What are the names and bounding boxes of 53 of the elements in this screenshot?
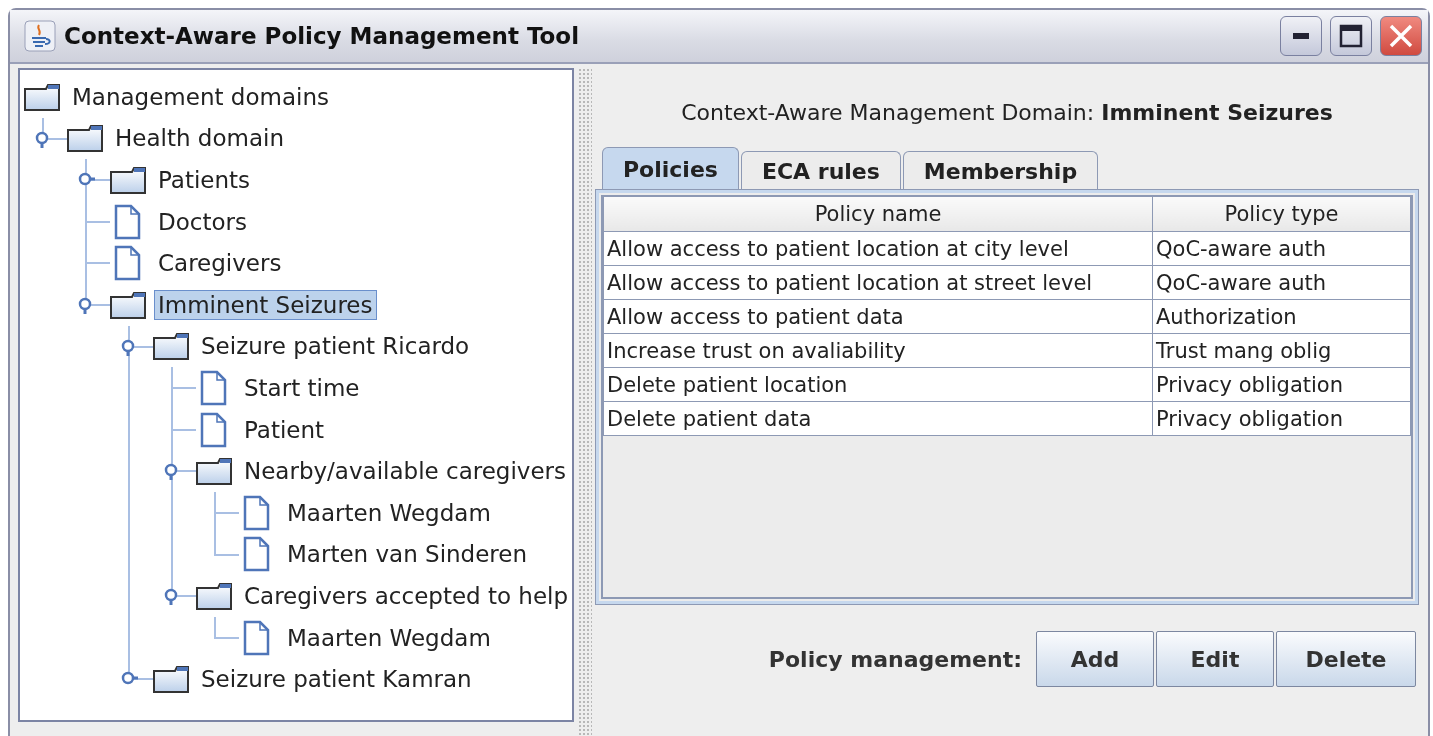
- tree-item[interactable]: Maarten Wegdam: [283, 497, 495, 528]
- table-cell: Privacy obligation: [1152, 401, 1411, 436]
- tree-item[interactable]: Start time: [240, 372, 364, 403]
- table-cell: Allow access to patient location at street level: [603, 265, 1153, 300]
- table-cell: QoC-aware auth: [1152, 231, 1411, 266]
- table-cell: Allow access to patient location at city level: [603, 231, 1153, 266]
- window-title: Context-Aware Policy Management Tool: [64, 23, 581, 49]
- close-button[interactable]: [1380, 16, 1422, 56]
- folder-icon: [110, 290, 146, 319]
- tab[interactable]: Membership: [902, 151, 1099, 190]
- tree-item[interactable]: Patient: [240, 414, 329, 445]
- tree-item[interactable]: Caregivers accepted to help: [240, 580, 572, 611]
- table-cell: Increase trust on avaliability: [603, 333, 1153, 368]
- minimize-button[interactable]: [1280, 16, 1322, 56]
- column-header[interactable]: Policy type: [1152, 197, 1411, 232]
- domain-heading: Context-Aware Management Domain: Imminent Seizures: [681, 99, 1333, 125]
- tree-item[interactable]: Management domains: [68, 81, 333, 112]
- tree-item[interactable]: Marten van Sinderen: [283, 539, 532, 570]
- folder-icon: [153, 332, 189, 361]
- table-cell: Trust mang oblig: [1152, 333, 1411, 368]
- table-cell: Delete patient data: [603, 401, 1153, 436]
- tree-item[interactable]: Seizure patient Kamran: [197, 664, 476, 695]
- tree-item[interactable]: Seizure patient Ricardo: [197, 331, 474, 362]
- folder-icon: [24, 82, 60, 111]
- minimize-icon: [1292, 32, 1310, 40]
- close-icon: [1388, 23, 1414, 49]
- policy-management-label: Policy management:: [768, 646, 1022, 672]
- tree-item[interactable]: Imminent Seizures: [154, 289, 377, 320]
- tree-item[interactable]: Caregivers: [154, 248, 286, 279]
- table-cell: Allow access to patient data: [603, 299, 1153, 334]
- folder-icon: [67, 124, 103, 153]
- column-header[interactable]: Policy name: [603, 197, 1153, 232]
- tab[interactable]: Policies: [602, 147, 739, 190]
- folder-icon: [196, 581, 232, 610]
- tree-item[interactable]: Doctors: [154, 206, 251, 237]
- maximize-button[interactable]: [1330, 16, 1372, 56]
- coffee-cup-icon: [24, 20, 56, 52]
- maximize-icon: [1339, 24, 1363, 48]
- folder-icon: [153, 665, 189, 694]
- tree-item[interactable]: Patients: [154, 165, 255, 195]
- table-cell: Privacy obligation: [1152, 367, 1411, 402]
- table-cell: Delete patient location: [603, 367, 1153, 402]
- action-button[interactable]: Add: [1036, 631, 1154, 687]
- action-button[interactable]: Delete: [1276, 631, 1416, 687]
- table-cell: QoC-aware auth: [1152, 265, 1411, 300]
- folder-icon: [110, 166, 146, 194]
- table-cell: Authorization: [1152, 299, 1411, 334]
- tree-item[interactable]: Nearby/available caregivers: [240, 456, 571, 487]
- tree-item[interactable]: Maarten Wegdam: [283, 622, 495, 653]
- tab[interactable]: ECA rules: [740, 151, 901, 190]
- tree-item[interactable]: Health domain: [111, 123, 288, 154]
- folder-icon: [196, 457, 232, 486]
- action-button[interactable]: Edit: [1156, 631, 1274, 687]
